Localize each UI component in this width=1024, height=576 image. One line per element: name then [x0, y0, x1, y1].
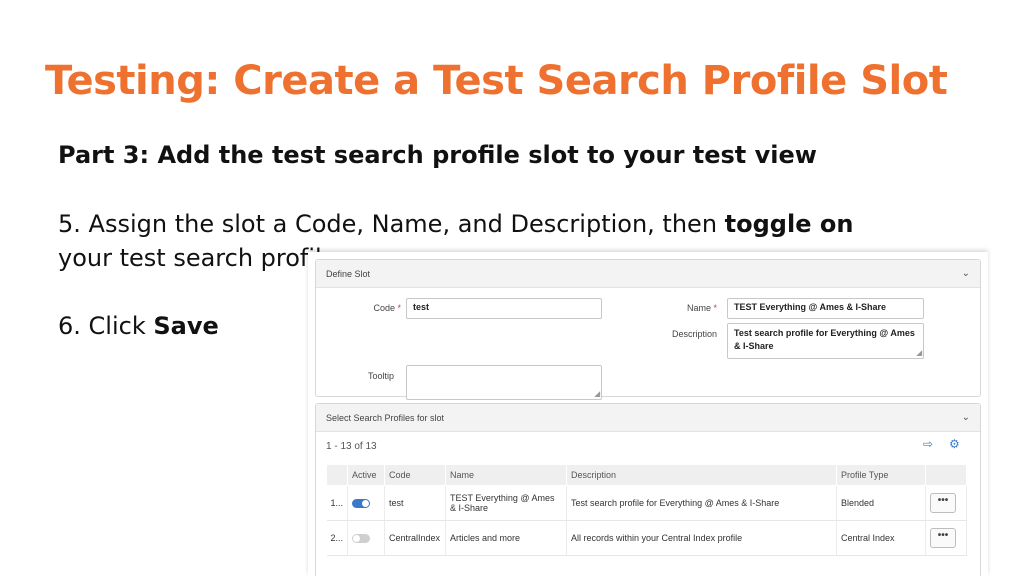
- select-profiles-header[interactable]: Select Search Profiles for slot ⌄: [316, 404, 980, 432]
- export-icon[interactable]: ⇨: [923, 437, 933, 451]
- code-input[interactable]: test: [406, 298, 602, 319]
- name-label: Name *: [662, 303, 717, 313]
- table-row[interactable]: 1... test TEST Everything @ Ames & I-Sha…: [326, 485, 967, 521]
- description-label: Description: [671, 329, 717, 339]
- part-heading: Part 3: Add the test search profile slot…: [58, 141, 817, 169]
- code-cell: test: [384, 485, 447, 521]
- alma-screenshot: Define Slot ⌄ Code * test Name * TEST Ev…: [308, 252, 988, 576]
- select-profiles-card: Select Search Profiles for slot ⌄ 1 - 13…: [315, 403, 981, 576]
- column-header-active[interactable]: Active: [347, 464, 386, 486]
- toggle-knob: [353, 535, 361, 543]
- results-count: 1 - 13 of 13: [326, 441, 377, 452]
- code-label: Code *: [346, 303, 401, 313]
- table-row[interactable]: 2... CentralIndex Articles and more All …: [326, 520, 967, 556]
- more-actions-icon[interactable]: •••: [930, 493, 957, 513]
- description-cell: All records within your Central Index pr…: [566, 520, 838, 556]
- required-asterisk: *: [397, 303, 401, 313]
- tooltip-textarea[interactable]: ◢: [406, 365, 602, 400]
- row-number: 1...: [326, 485, 349, 521]
- actions-cell: •••: [925, 485, 967, 521]
- column-header-name[interactable]: Name: [445, 464, 568, 486]
- column-header-profile-type[interactable]: Profile Type: [836, 464, 927, 486]
- name-input[interactable]: TEST Everything @ Ames & I-Share: [727, 298, 924, 319]
- actions-cell: •••: [925, 520, 967, 556]
- settings-icon[interactable]: ⚙: [949, 437, 960, 451]
- active-cell: [347, 485, 386, 521]
- chevron-down-icon[interactable]: ⌄: [962, 412, 970, 423]
- define-slot-card: Define Slot ⌄ Code * test Name * TEST Ev…: [315, 259, 981, 400]
- name-cell: TEST Everything @ Ames & I-Share: [445, 485, 568, 521]
- step-5-line2: your test search profile: [58, 244, 337, 272]
- define-slot-header[interactable]: Define Slot ⌄: [316, 260, 980, 288]
- table-header-row: Active Code Name Description Profile Typ…: [325, 464, 967, 486]
- tooltip-label: Tooltip: [367, 371, 394, 381]
- toggle-knob: [362, 500, 370, 508]
- step-5-prefix: 5. Assign the slot a Code, Name, and Des…: [58, 210, 725, 238]
- actions-header: [925, 464, 967, 486]
- select-profiles-title: Select Search Profiles for slot: [326, 412, 445, 423]
- name-label-text: Name: [686, 303, 711, 313]
- description-textarea[interactable]: Test search profile for Everything @ Ame…: [727, 323, 924, 359]
- code-cell: CentralIndex: [384, 520, 447, 556]
- step-6-text: 6. Click Save: [58, 309, 219, 343]
- row-number-header: [325, 464, 349, 486]
- resize-grip-icon[interactable]: ◢: [917, 350, 922, 357]
- step-5-bold: toggle on: [724, 210, 854, 238]
- more-actions-icon[interactable]: •••: [930, 528, 957, 548]
- step-6-prefix: 6. Click: [58, 312, 154, 340]
- active-cell: [347, 520, 386, 556]
- active-toggle-off[interactable]: [352, 534, 371, 544]
- profile-type-cell: Blended: [836, 485, 927, 521]
- required-asterisk: *: [713, 303, 717, 313]
- resize-grip-icon[interactable]: ◢: [595, 391, 600, 398]
- define-slot-title: Define Slot: [326, 268, 371, 279]
- active-toggle-on[interactable]: [352, 499, 371, 509]
- profiles-table: Active Code Name Description Profile Typ…: [325, 464, 967, 556]
- description-cell: Test search profile for Everything @ Ame…: [566, 485, 838, 521]
- step-6-bold: Save: [153, 312, 219, 340]
- code-label-text: Code: [373, 303, 395, 313]
- description-value: Test search profile for Everything @ Ame…: [734, 328, 915, 351]
- slide-title: Testing: Create a Test Search Profile Sl…: [45, 58, 948, 104]
- chevron-down-icon[interactable]: ⌄: [962, 268, 970, 279]
- name-cell: Articles and more: [445, 520, 568, 556]
- column-header-description[interactable]: Description: [566, 464, 838, 486]
- row-number: 2...: [326, 520, 349, 556]
- profile-type-cell: Central Index: [836, 520, 927, 556]
- column-header-code[interactable]: Code: [384, 464, 447, 486]
